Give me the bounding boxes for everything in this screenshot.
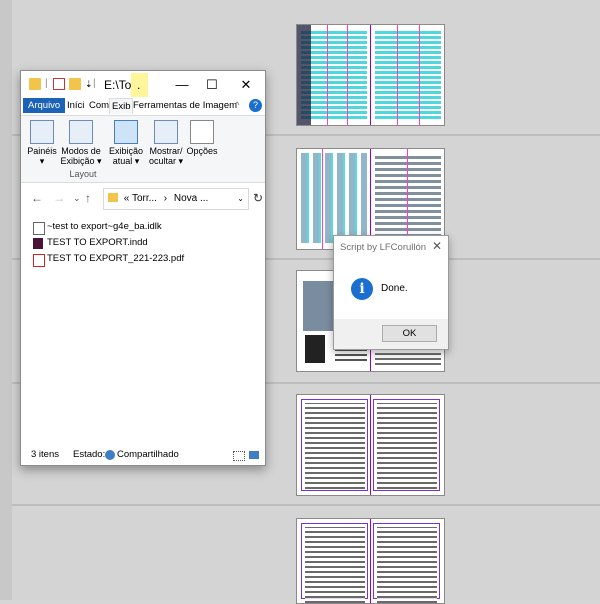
state-value: Compartilhado <box>117 449 179 460</box>
list-item[interactable]: TEST TO EXPORT_221-223.pdf <box>31 251 261 267</box>
file-name: TEST TO EXPORT_221-223.pdf <box>47 253 185 264</box>
close-button[interactable]: ✕ <box>233 75 259 95</box>
tab-arquivo[interactable]: Arquivo <box>23 98 66 113</box>
tab-inicio[interactable]: Iníci <box>67 98 84 113</box>
dialog-message: Done. <box>381 283 408 294</box>
collapse-ribbon-icon[interactable]: ^ <box>235 98 239 113</box>
large-icons-view-icon[interactable] <box>249 451 259 459</box>
file-name: TEST TO EXPORT.indd <box>47 237 148 248</box>
ribbon-tabs: Arquivo Iníci Com Exib Ferramentas de Im… <box>21 97 265 114</box>
opcoes-label: Opções <box>186 146 218 156</box>
page-spread-thumbnail[interactable] <box>296 24 445 126</box>
dialog-footer: OK <box>334 319 448 349</box>
ok-button[interactable]: OK <box>382 325 437 342</box>
paineis-button[interactable]: Painéis ▾ <box>25 120 59 166</box>
up-arrow-icon[interactable]: ↑ <box>85 191 91 205</box>
current-view-icon <box>114 120 138 144</box>
mostrar-ocultar-button[interactable]: Mostrar/ ocultar ▾ <box>147 120 185 166</box>
tab-ferramentas-de-imagem[interactable]: Ferramentas de Imagem <box>133 98 237 113</box>
forward-arrow-icon[interactable]: → <box>53 191 65 205</box>
status-bar: 3 itens Estado: Compartilhado <box>21 445 265 465</box>
show-hide-icon <box>154 120 178 144</box>
breadcrumb-overflow[interactable]: « <box>124 193 130 204</box>
title-highlight: . <box>131 73 148 97</box>
details-view-icon[interactable] <box>233 451 245 461</box>
lock-file-icon <box>33 222 45 235</box>
indesign-icon <box>33 238 43 249</box>
help-icon[interactable]: ? <box>249 99 262 112</box>
new-folder-icon[interactable] <box>69 78 81 90</box>
mostrar-label2: ocultar ▾ <box>148 156 184 166</box>
exibicao-label: Exibição <box>108 146 144 156</box>
paineis-label: Painéis <box>27 146 57 156</box>
panes-icon <box>30 120 54 144</box>
back-arrow-icon[interactable]: ← <box>31 191 43 205</box>
exibicao-atual-button[interactable]: Exibição atual ▾ <box>107 120 145 166</box>
pdf-icon <box>33 254 45 267</box>
title-suffix: . <box>137 78 141 92</box>
address-bar[interactable]: « Torr... › Nova ... ⌄ <box>103 188 249 210</box>
layout-modes-icon <box>69 120 93 144</box>
tab-exibir[interactable]: Exib <box>109 98 134 114</box>
breadcrumb-item[interactable]: Nova ... <box>174 193 208 204</box>
ribbon-view: Painéis ▾ Modos de Exibição ▾ Exibição a… <box>21 115 265 183</box>
item-count: 3 itens <box>31 449 59 460</box>
refresh-icon[interactable]: ↻ <box>253 191 263 205</box>
opcoes-button[interactable]: Opções <box>185 120 219 156</box>
navigation-bar: ← → ⌄ ↑ « Torr... › Nova ... ⌄ ↻ <box>21 183 265 213</box>
file-explorer-window: | ⇣ | E:\To... . — ☐ ✕ Arquivo Iníci Com… <box>20 70 266 466</box>
shared-users-icon <box>105 450 115 460</box>
folder-icon <box>108 193 118 202</box>
breadcrumb-separator: › <box>163 193 168 204</box>
close-icon[interactable]: ✕ <box>432 239 442 253</box>
list-item[interactable]: ~test to export~g4e_ba.idlk <box>31 219 261 235</box>
ribbon-group-label: Layout <box>69 169 97 179</box>
modos-label2: Exibição ▾ <box>60 156 102 166</box>
file-list: ~test to export~g4e_ba.idlk TEST TO EXPO… <box>31 219 261 267</box>
paineis-arrow: ▾ <box>39 156 45 166</box>
script-dialog: Script by LFCorullón ✕ i Done. OK <box>333 235 449 350</box>
mostrar-label: Mostrar/ <box>149 146 183 156</box>
options-icon <box>190 120 214 144</box>
breadcrumb-item[interactable]: Torr... <box>132 193 157 204</box>
modos-de-exibicao-button[interactable]: Modos de Exibição ▾ <box>59 120 103 166</box>
state-label: Estado: <box>73 449 106 460</box>
title-bar: | ⇣ | E:\To... . — ☐ ✕ <box>21 71 265 99</box>
file-name: ~test to export~g4e_ba.idlk <box>47 221 162 232</box>
page-spread-thumbnail[interactable] <box>296 394 445 496</box>
recent-dropdown-icon[interactable]: ⌄ <box>73 193 81 204</box>
folder-icon <box>29 78 41 90</box>
maximize-button[interactable]: ☐ <box>199 75 225 95</box>
dialog-title: Script by LFCorullón <box>340 242 427 253</box>
modos-label: Modos de <box>61 146 101 156</box>
list-item[interactable]: TEST TO EXPORT.indd <box>31 235 261 251</box>
minimize-button[interactable]: — <box>169 75 195 95</box>
exibicao-label2: atual ▾ <box>112 156 140 166</box>
tab-compartilhar[interactable]: Com <box>89 98 109 113</box>
properties-icon[interactable] <box>53 78 65 90</box>
info-icon: i <box>351 278 373 300</box>
address-dropdown-icon[interactable]: ⌄ <box>237 189 244 209</box>
page-spread-thumbnail[interactable] <box>296 518 445 604</box>
